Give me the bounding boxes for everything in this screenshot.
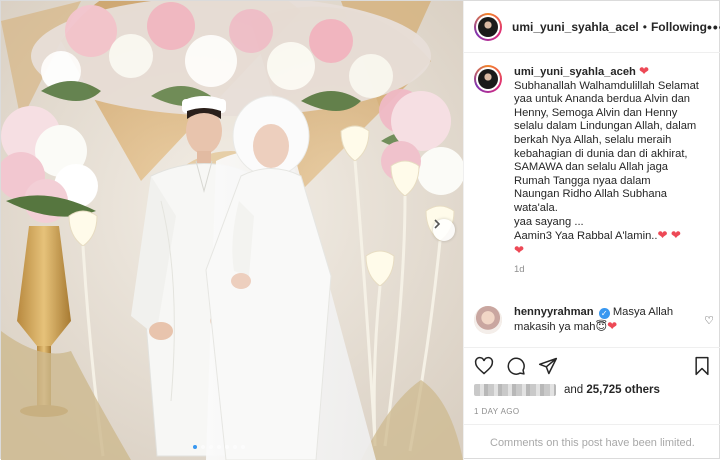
likes-count[interactable]: 25,725 others	[586, 384, 660, 396]
caption-avatar[interactable]	[474, 65, 502, 93]
caption-username[interactable]: umi_yuni_syahla_aceh	[514, 66, 636, 78]
caption-line: yaa untuk Ananda berdua Alvin dan	[514, 93, 691, 106]
smile-emoji: 😇	[595, 320, 608, 333]
carousel-dot	[201, 445, 205, 449]
carousel-next-button[interactable]	[433, 219, 455, 241]
author-username[interactable]: umi_yuni_syahla_acel	[512, 20, 639, 34]
carousel-dot	[225, 445, 229, 449]
action-bar	[464, 347, 720, 377]
carousel-dot	[233, 445, 237, 449]
like-heart-icon[interactable]	[474, 356, 494, 376]
caption-line: kebahagian di dunia dan di akhirat,	[514, 147, 688, 160]
post-photo[interactable]	[1, 1, 463, 460]
carousel-indicator	[193, 445, 245, 449]
header-separator: •	[642, 19, 647, 34]
blurred-liker-name	[474, 384, 556, 396]
likes-prefix: and	[564, 384, 584, 396]
caption-line: selalu dalam Lindungan Allah, dalam	[514, 120, 697, 133]
carousel-dot	[193, 445, 197, 449]
reply-text: hennyyrahman ✓ Masya Allah makasih ya ma…	[514, 306, 689, 334]
caption-text: umi_yuni_syahla_aceh ❤ Subhanallah Walha…	[514, 64, 710, 258]
carousel-dot	[209, 445, 213, 449]
caption-line: yaa sayang ...	[514, 215, 584, 228]
comments-limited-notice: Comments on this post have been limited.	[464, 424, 720, 460]
heart-emoji: ❤	[639, 64, 650, 78]
caption-line: Naungan Ridho Allah Subhana	[514, 188, 668, 201]
reply-line: Masya Allah	[612, 306, 674, 318]
post-side-panel: umi_yuni_syahla_acel • Following ••• umi…	[463, 1, 720, 460]
reply-comment: hennyyrahman ✓ Masya Allah makasih ya ma…	[474, 306, 714, 334]
caption-line: berkah Nya Allah, selalu meraih	[514, 133, 672, 146]
caption-line: Subhanallah Walhamdulillah Selamat	[514, 79, 699, 92]
save-bookmark-icon[interactable]	[692, 356, 712, 376]
comment-like-icon[interactable]: ♡	[704, 314, 714, 327]
heart-emoji: ❤	[607, 318, 618, 333]
share-icon[interactable]	[538, 356, 558, 376]
heart-emoji: ❤ ❤	[657, 228, 681, 243]
caption-time[interactable]: 1d	[514, 264, 714, 275]
heart-emoji: ❤	[514, 242, 525, 257]
carousel-dot	[241, 445, 245, 449]
caption-line: SAMAWA dan selalu Allah jaga	[514, 161, 669, 174]
wedding-photo	[1, 1, 463, 460]
post-header: umi_yuni_syahla_acel • Following •••	[464, 1, 720, 53]
caption-line: Aamin3 Yaa Rabbal A'lamin..	[514, 230, 658, 243]
instagram-post: umi_yuni_syahla_acel • Following ••• umi…	[0, 0, 720, 460]
comment-icon[interactable]	[506, 356, 526, 376]
carousel-dot	[217, 445, 221, 449]
caption-block: umi_yuni_syahla_aceh ❤ Subhanallah Walha…	[474, 64, 714, 275]
author-avatar[interactable]	[474, 12, 502, 41]
caption-line: wata'ala.	[514, 201, 558, 214]
post-age[interactable]: 1 DAY AGO	[474, 407, 520, 416]
caption-line: Henny, Semoga Alvin dan Henny	[514, 106, 678, 119]
chevron-right-icon	[434, 219, 441, 229]
commenter-avatar[interactable]	[474, 306, 502, 334]
reply-line: makasih ya mah	[514, 320, 596, 333]
caption-line: Rumah Tangga nyaa dalam	[514, 174, 651, 187]
following-button[interactable]: Following	[651, 20, 707, 34]
more-options-icon[interactable]: •••	[707, 19, 720, 35]
likes-summary[interactable]: and 25,725 others	[474, 384, 660, 396]
verified-badge-icon: ✓	[598, 308, 610, 319]
reply-username[interactable]: hennyyrahman	[514, 306, 594, 318]
